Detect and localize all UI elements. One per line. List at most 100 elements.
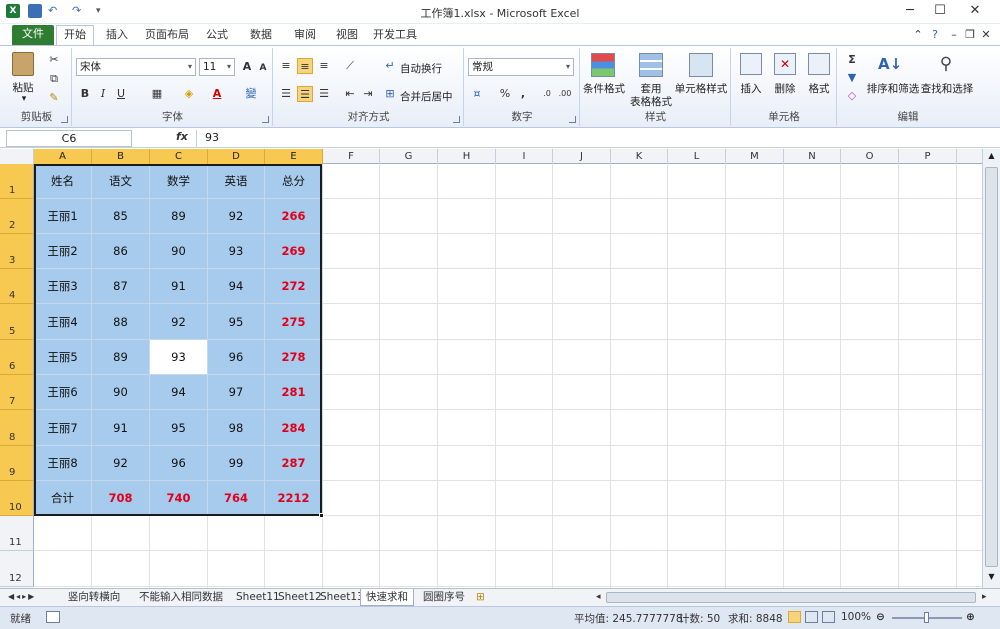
delete-cells-button[interactable]: 删除	[770, 81, 800, 96]
row-header-9[interactable]: 9	[0, 446, 34, 481]
zoom-slider-thumb[interactable]	[924, 612, 929, 623]
scroll-thumb[interactable]	[985, 167, 998, 567]
tab-formulas[interactable]: 公式	[200, 26, 234, 46]
page-break-view-icon[interactable]	[822, 611, 835, 623]
row-header-5[interactable]: 5	[0, 304, 34, 340]
currency-icon[interactable]: ¤	[469, 86, 485, 102]
doc-close-icon[interactable]: ✕	[978, 27, 994, 43]
paste-button[interactable]: 粘贴	[6, 80, 40, 95]
find-select-button[interactable]: 查找和选择	[920, 81, 974, 96]
font-size-select[interactable]: 11	[199, 58, 235, 76]
fill-icon[interactable]: ▼	[844, 70, 860, 86]
insert-function-icon[interactable]: fx	[176, 130, 188, 143]
hscroll-left-icon[interactable]: ◂	[594, 589, 603, 606]
clear-icon[interactable]: ◇	[844, 88, 860, 104]
align-bottom-icon[interactable]: ≡	[316, 58, 332, 74]
wrap-text-icon[interactable]: ↵	[382, 58, 398, 74]
row-header-6[interactable]: 6	[0, 340, 34, 375]
column-header-m[interactable]: M	[726, 149, 784, 164]
row-header-12[interactable]: 12	[0, 551, 34, 587]
sort-filter-button[interactable]: 排序和筛选	[866, 81, 920, 96]
insert-cells-button[interactable]: 插入	[736, 81, 766, 96]
format-as-table-icon[interactable]	[639, 53, 663, 77]
tab-page-layout[interactable]: 页面布局	[140, 26, 194, 46]
merge-center-icon[interactable]: ⊞	[382, 86, 398, 102]
ribbon-minimize-icon[interactable]: ⌃	[910, 27, 926, 43]
number-launcher-icon[interactable]	[569, 116, 576, 123]
phonetic-icon[interactable]: 變	[243, 86, 259, 102]
find-select-icon[interactable]: ⚲	[934, 52, 958, 76]
increase-decimal-icon[interactable]: .0	[539, 86, 555, 102]
font-launcher-icon[interactable]	[262, 116, 269, 123]
row-header-2[interactable]: 2	[0, 199, 34, 234]
insert-sheet-icon[interactable]: ⊞	[474, 589, 487, 606]
formula-input[interactable]: 93	[196, 130, 986, 147]
tab-view[interactable]: 视图	[330, 26, 364, 46]
zoom-in-icon[interactable]: ⊕	[966, 611, 975, 623]
sheet-tab-3[interactable]: Sheet12	[276, 589, 322, 606]
minimize-button[interactable]: ─	[895, 0, 925, 22]
align-right-icon[interactable]: ☰	[316, 86, 332, 102]
fill-handle[interactable]	[319, 513, 324, 518]
sheet-tab-2[interactable]: Sheet11	[234, 589, 280, 606]
shrink-font-icon[interactable]: A	[255, 60, 271, 76]
sheet-tab-4[interactable]: Sheet13	[318, 589, 364, 606]
insert-cells-icon[interactable]	[740, 53, 762, 75]
doc-minimize-icon[interactable]: –	[946, 27, 962, 43]
italic-icon[interactable]: I	[95, 86, 111, 102]
column-header-c[interactable]: C	[150, 149, 208, 164]
normal-view-icon[interactable]	[788, 611, 801, 623]
fill-color-icon[interactable]: ◈	[181, 86, 197, 102]
maximize-button[interactable]: ☐	[925, 0, 955, 22]
page-layout-view-icon[interactable]	[805, 611, 818, 623]
column-header-j[interactable]: J	[553, 149, 611, 164]
help-icon[interactable]: ?	[927, 27, 943, 43]
bold-icon[interactable]: B	[77, 86, 93, 102]
decrease-indent-icon[interactable]: ⇤	[342, 86, 358, 102]
tab-data[interactable]: 数据	[244, 26, 278, 46]
underline-icon[interactable]: U	[113, 86, 129, 102]
row-header-1[interactable]: 1	[0, 164, 34, 199]
macro-record-icon[interactable]	[46, 611, 60, 623]
row-header-3[interactable]: 3	[0, 234, 34, 269]
sheet-tab-5[interactable]: 快速求和方法	[360, 589, 414, 619]
column-header-p[interactable]: P	[899, 149, 957, 164]
tab-review[interactable]: 审阅	[288, 26, 322, 46]
alignment-launcher-icon[interactable]	[453, 116, 460, 123]
delete-cells-icon[interactable]: ✕	[774, 53, 796, 75]
wrap-text-button[interactable]: 自动换行	[400, 61, 442, 76]
column-header-a[interactable]: A	[34, 149, 92, 164]
font-name-select[interactable]: 宋体	[76, 58, 196, 76]
cell-styles-button[interactable]: 单元格样式	[673, 81, 729, 96]
copy-icon[interactable]: ⧉	[46, 71, 62, 87]
cell-styles-icon[interactable]	[689, 53, 713, 77]
tab-home[interactable]: 开始	[56, 25, 94, 47]
column-header-h[interactable]: H	[438, 149, 496, 164]
sheet-nav-icons[interactable]: ◀◂▸▶	[6, 589, 38, 606]
align-left-icon[interactable]: ☰	[278, 86, 294, 102]
format-cells-button[interactable]: 格式	[804, 81, 834, 96]
format-cells-icon[interactable]	[808, 53, 830, 75]
align-top-icon[interactable]: ≡	[278, 58, 294, 74]
borders-icon[interactable]: ▦	[149, 86, 165, 102]
column-header-d[interactable]: D	[208, 149, 265, 164]
row-header-10[interactable]: 10	[0, 481, 34, 516]
column-header-f[interactable]: F	[323, 149, 380, 164]
number-format-select[interactable]: 常规	[468, 58, 574, 76]
column-header-g[interactable]: G	[380, 149, 438, 164]
align-center-icon[interactable]: ☰	[297, 86, 313, 102]
row-header-4[interactable]: 4	[0, 269, 34, 304]
tab-file[interactable]: 文件	[12, 25, 54, 46]
sheet-tab-0[interactable]: 竖向转横向	[62, 589, 126, 606]
column-header-e[interactable]: E	[265, 149, 323, 164]
percent-icon[interactable]: %	[497, 86, 513, 102]
sheet-tab-1[interactable]: 不能输入相同数据	[132, 589, 230, 606]
scroll-up-icon[interactable]: ▲	[986, 151, 997, 165]
row-header-8[interactable]: 8	[0, 410, 34, 446]
sort-filter-icon[interactable]: A↓	[878, 52, 902, 76]
grow-font-icon[interactable]: A	[239, 59, 255, 75]
orientation-icon[interactable]: ⟋	[342, 58, 358, 74]
column-header-n[interactable]: N	[784, 149, 841, 164]
select-all-corner[interactable]	[0, 149, 34, 164]
zoom-level[interactable]: 100%	[841, 611, 871, 623]
